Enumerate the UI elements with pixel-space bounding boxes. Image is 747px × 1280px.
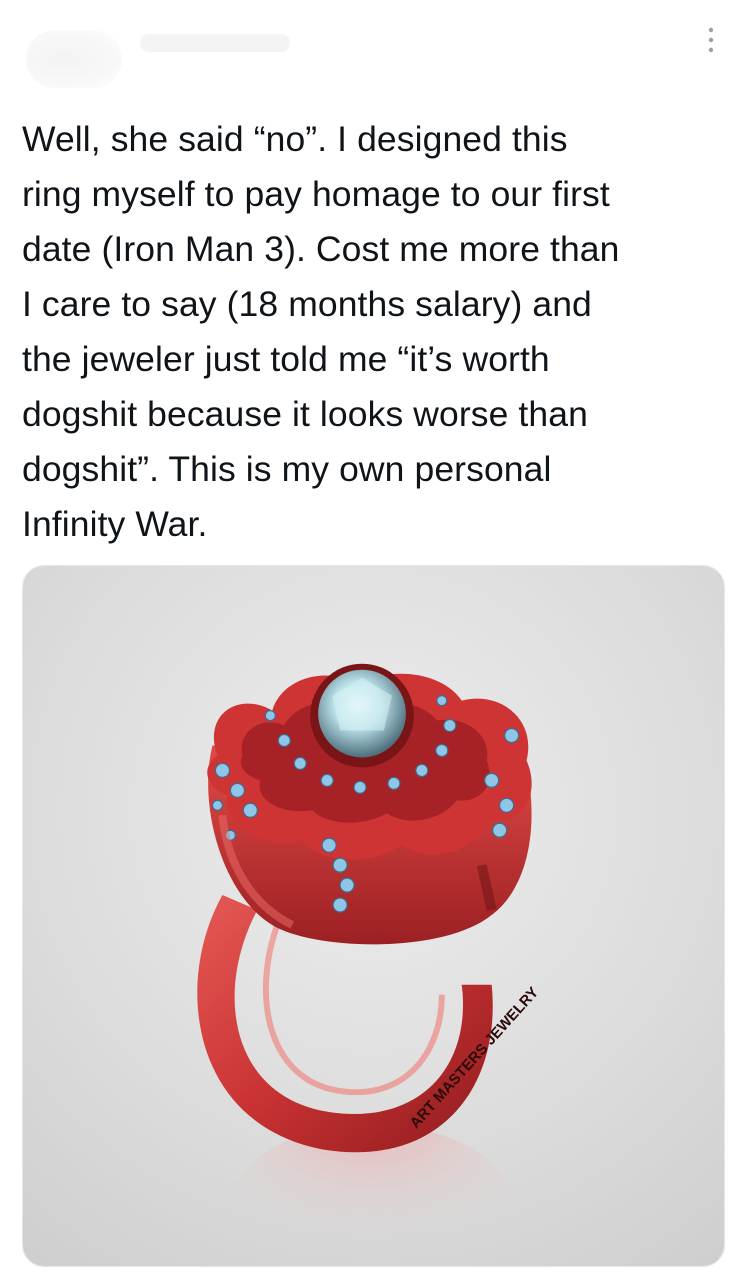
- ring-photo: ART MASTERS JEWELRY: [23, 566, 724, 1266]
- tweet-text: Well, she said “no”. I designed this rin…: [22, 119, 620, 544]
- more-vertical-icon: [708, 27, 714, 53]
- author-name-redacted: [140, 34, 290, 52]
- more-options-button[interactable]: [696, 22, 726, 58]
- avatar[interactable]: [26, 30, 122, 88]
- tweet-media-image[interactable]: ART MASTERS JEWELRY: [22, 565, 725, 1267]
- tweet-card: Well, she said “no”. I designed this rin…: [0, 0, 747, 1280]
- tweet-header: [0, 0, 747, 100]
